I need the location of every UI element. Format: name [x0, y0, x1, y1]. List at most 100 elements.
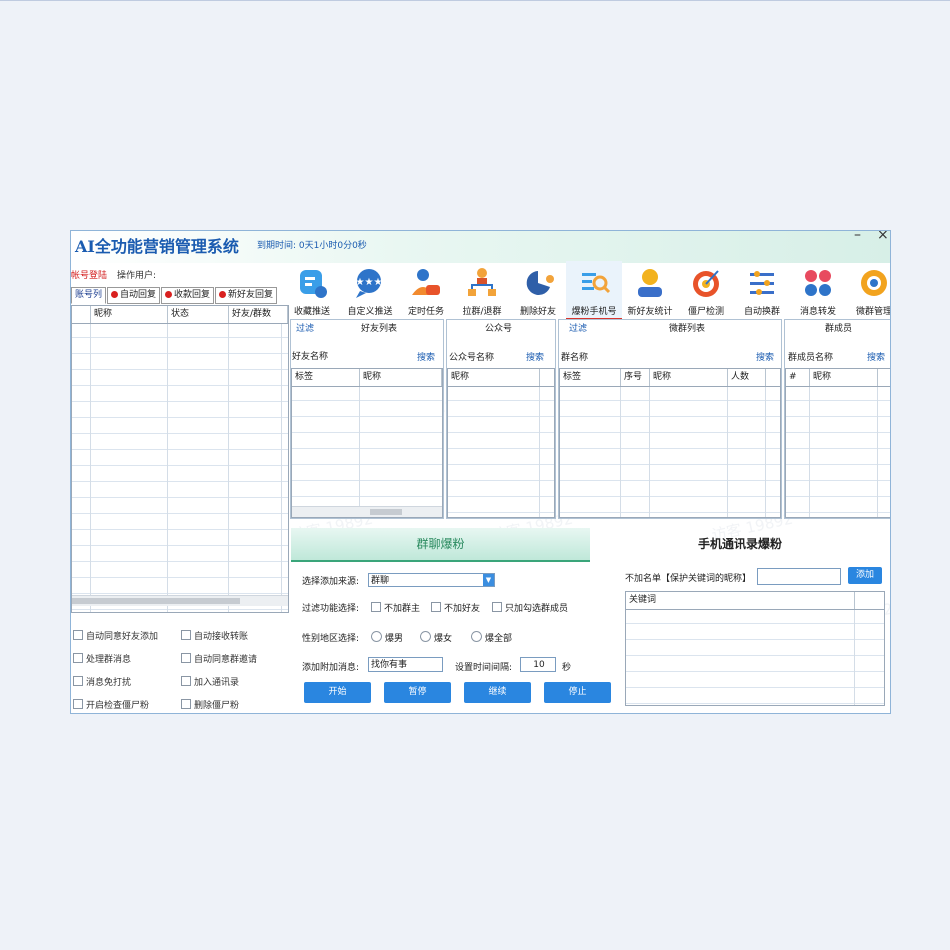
checkbox[interactable] — [371, 602, 381, 612]
filter-no-owner[interactable]: 不加群主 — [371, 601, 420, 614]
col-header-nickname[interactable]: 昵称 — [360, 369, 442, 386]
friends-search-button[interactable]: 搜索 — [417, 350, 435, 363]
pause-button[interactable]: 暂停 — [384, 682, 451, 703]
members-search-button[interactable]: 搜索 — [867, 350, 885, 363]
filter-selected-members[interactable]: 只加勾选群成员 — [492, 601, 568, 614]
account-table[interactable]: 昵称 状态 好友/群数 — [71, 305, 289, 613]
scrollbar-thumb[interactable] — [370, 509, 402, 515]
official-search-button[interactable]: 搜索 — [526, 350, 544, 363]
contacts-fans-tab[interactable]: 手机通讯录爆粉 — [590, 528, 890, 560]
tool-auto-switch-group[interactable]: 自动换群 — [734, 261, 790, 317]
groups-title: 微群列表 — [669, 324, 706, 334]
members-table[interactable]: # 昵称 — [785, 368, 890, 518]
col-header-status[interactable]: 状态 — [168, 306, 229, 323]
option-auto-accept-group-invite[interactable]: 自动同意群邀请 — [181, 652, 257, 665]
col-header-tag[interactable]: 标签 — [560, 369, 621, 386]
radio[interactable] — [420, 631, 431, 642]
option-do-not-disturb[interactable]: 消息免打扰 — [73, 675, 131, 688]
checkbox[interactable] — [181, 653, 191, 663]
tab-new-friend-reply[interactable]: 新好友回复 — [215, 287, 278, 304]
tool-new-friend-stats[interactable]: 新好友统计 — [622, 261, 678, 317]
tool-delete-friend[interactable]: 删除好友 — [510, 261, 566, 317]
groups-search-button[interactable]: 搜索 — [756, 350, 774, 363]
phone-fans-icon — [582, 273, 611, 294]
scrollbar-thumb[interactable] — [72, 598, 240, 604]
tool-favorites-push[interactable]: 收藏推送 — [284, 261, 340, 317]
checkbox[interactable] — [181, 699, 191, 709]
option-handle-group-msg[interactable]: 处理群消息 — [73, 652, 131, 665]
red-dot-icon — [111, 291, 119, 298]
title-bar: AI全功能营销管理系统 到期时间: 0天1小时0分0秒 – × — [71, 231, 890, 263]
tab-payment-reply[interactable]: 收款回复 — [161, 287, 215, 304]
checkbox[interactable] — [73, 653, 83, 663]
horizontal-scrollbar[interactable] — [72, 595, 288, 606]
checkbox[interactable] — [181, 630, 191, 640]
checkbox[interactable] — [73, 699, 83, 709]
group-fans-tab[interactable]: 群聊爆粉 — [291, 528, 590, 562]
exclude-list-label: 不加名单【保护关键词的昵称】 — [625, 574, 752, 584]
col-header-nickname[interactable]: 昵称 — [91, 306, 168, 323]
radio[interactable] — [471, 631, 482, 642]
option-auto-receive-transfer[interactable]: 自动接收转账 — [181, 629, 248, 642]
gender-female[interactable]: 爆女 — [420, 631, 452, 644]
option-check-zombie-fans[interactable]: 开启检查僵尸粉 — [73, 698, 149, 711]
members-title: 群成员 — [825, 324, 853, 334]
col-header-tag[interactable]: 标签 — [292, 369, 360, 386]
checkbox[interactable] — [431, 602, 441, 612]
checkbox[interactable] — [181, 676, 191, 686]
tool-scheduled-task[interactable]: 定时任务 — [398, 261, 454, 317]
continue-button[interactable]: 继续 — [464, 682, 531, 703]
add-keyword-button[interactable]: 添加 — [848, 567, 882, 584]
tool-group-join[interactable]: 拉群/退群 — [454, 261, 510, 317]
option-delete-zombie-fans[interactable]: 删除僵尸粉 — [181, 698, 239, 711]
red-dot-icon — [219, 291, 227, 298]
groups-filter-link[interactable]: 过滤 — [569, 320, 587, 338]
horizontal-scrollbar[interactable] — [292, 506, 442, 517]
tool-message-forward[interactable]: 消息转发 — [790, 261, 846, 317]
tool-custom-push[interactable]: ★★★ 自定义推送 — [342, 261, 398, 317]
official-table[interactable]: 昵称 — [447, 368, 555, 518]
friends-filter-link[interactable]: 过滤 — [296, 320, 314, 338]
gender-male[interactable]: 爆男 — [371, 631, 403, 644]
gender-label: 性别地区选择: — [302, 634, 360, 644]
col-header[interactable] — [72, 306, 91, 323]
friends-table[interactable]: 标签 昵称 — [291, 368, 443, 518]
col-header-nickname[interactable]: 昵称 — [650, 369, 728, 386]
checkbox[interactable] — [492, 602, 502, 612]
close-button[interactable]: × — [877, 231, 889, 243]
account-login-link[interactable]: 帐号登陆 — [71, 268, 107, 281]
message-input[interactable]: 找你有事 — [368, 657, 443, 672]
minimize-button[interactable]: – — [854, 231, 861, 243]
chevron-down-icon[interactable]: ▼ — [483, 574, 494, 586]
stop-button[interactable]: 停止 — [544, 682, 611, 703]
col-header-nickname[interactable]: 昵称 — [810, 369, 878, 386]
col-header-index[interactable]: 序号 — [621, 369, 650, 386]
tool-phone-fans[interactable]: 爆粉手机号 — [566, 261, 622, 320]
tool-group-manage[interactable]: 微群管理 — [846, 261, 890, 317]
option-add-to-contacts[interactable]: 加入通讯录 — [181, 675, 239, 688]
groups-table[interactable]: 标签 序号 昵称 人数 — [559, 368, 781, 518]
col-header-count[interactable]: 人数 — [728, 369, 766, 386]
gender-all[interactable]: 爆全部 — [471, 631, 512, 644]
source-select[interactable]: 群聊 ▼ — [368, 573, 495, 587]
keyword-table[interactable]: 关键词 — [625, 591, 885, 706]
start-button[interactable]: 开始 — [304, 682, 371, 703]
interval-input[interactable]: 10 — [520, 657, 556, 672]
operator-label: 操作用户: — [117, 271, 157, 281]
app-window: 访客 19892 访客 19892 访客 19892 访客 19892 访客 1… — [70, 230, 891, 714]
checkbox[interactable] — [73, 676, 83, 686]
col-header-friends[interactable]: 好友/群数 — [229, 306, 288, 323]
tab-account-list[interactable]: 账号列 — [71, 287, 107, 304]
delete-friend-icon — [526, 271, 554, 295]
col-header-nickname[interactable]: 昵称 — [448, 369, 540, 386]
radio[interactable] — [371, 631, 382, 642]
col-header-keyword[interactable]: 关键词 — [626, 592, 855, 609]
tool-zombie-detect[interactable]: 僵尸检测 — [678, 261, 734, 317]
filter-no-friends[interactable]: 不加好友 — [431, 601, 480, 614]
checkbox[interactable] — [73, 630, 83, 640]
tab-auto-reply[interactable]: 自动回复 — [107, 287, 161, 304]
group-members-panel: 群成员 群成员名称 搜索 # 昵称 — [784, 319, 890, 519]
exclude-keyword-input[interactable] — [757, 568, 841, 585]
option-auto-accept-friend[interactable]: 自动同意好友添加 — [73, 629, 158, 642]
col-header-hash[interactable]: # — [786, 369, 810, 386]
